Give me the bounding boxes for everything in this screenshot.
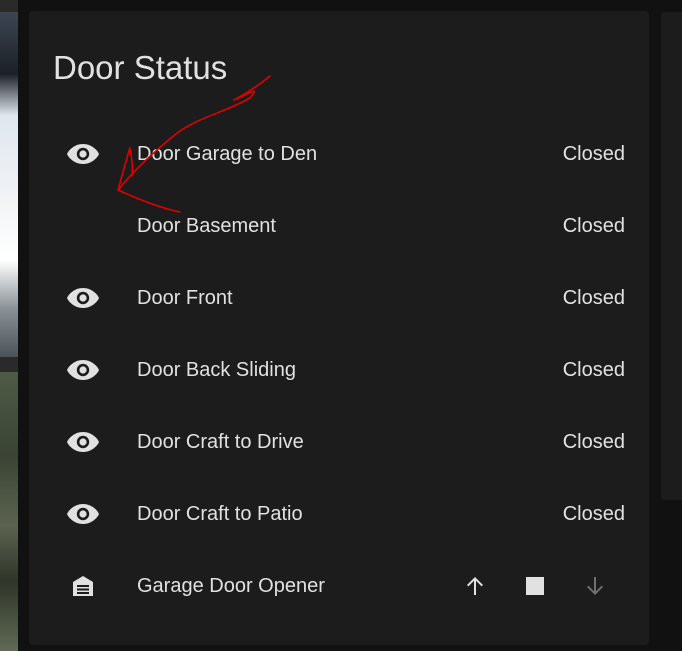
entity-row-door-craft-to-patio[interactable]: Door Craft to Patio Closed bbox=[29, 490, 649, 538]
entity-row-door-craft-to-drive[interactable]: Door Craft to Drive Closed bbox=[29, 418, 649, 466]
entity-name: Garage Door Opener bbox=[137, 575, 325, 597]
background-photo-top bbox=[0, 12, 18, 357]
entity-name: Door Craft to Drive bbox=[137, 431, 304, 453]
entity-name: Door Craft to Patio bbox=[137, 503, 303, 525]
arrow-down-icon bbox=[587, 577, 603, 595]
eye-icon bbox=[63, 138, 103, 170]
background-image-strip bbox=[0, 0, 18, 651]
stop-cover-button[interactable] bbox=[515, 566, 555, 606]
entity-row-door-garage-to-den[interactable]: Door Garage to Den Closed bbox=[29, 130, 649, 178]
open-cover-button[interactable] bbox=[455, 566, 495, 606]
entity-name: Door Garage to Den bbox=[137, 143, 318, 165]
entity-state: Closed bbox=[562, 287, 625, 309]
garage-icon bbox=[63, 570, 103, 602]
background-photo-bottom bbox=[0, 372, 18, 651]
entity-row-garage-door-opener[interactable]: Garage Door Opener bbox=[29, 562, 649, 610]
arrow-up-icon bbox=[467, 577, 483, 595]
entity-name: Door Back Sliding bbox=[137, 359, 296, 381]
entity-state: Closed bbox=[562, 431, 625, 453]
eye-icon bbox=[63, 282, 103, 314]
stop-square-icon bbox=[526, 577, 544, 595]
entity-name: Door Front bbox=[137, 287, 233, 309]
eye-icon bbox=[63, 498, 103, 530]
eye-icon bbox=[63, 426, 103, 458]
door-status-card: Door Status Door Garage to Den Closed Do… bbox=[29, 11, 649, 645]
close-cover-button[interactable] bbox=[575, 566, 615, 606]
entity-state: Closed bbox=[562, 503, 625, 525]
entity-row-door-back-sliding[interactable]: Door Back Sliding Closed bbox=[29, 346, 649, 394]
entity-row-door-basement[interactable]: Door Basement Closed bbox=[29, 202, 649, 250]
entity-state: Closed bbox=[562, 359, 625, 381]
entity-name: Door Basement bbox=[137, 215, 276, 237]
eye-icon bbox=[63, 354, 103, 386]
entity-state: Closed bbox=[562, 143, 625, 165]
entity-row-door-front[interactable]: Door Front Closed bbox=[29, 274, 649, 322]
entity-state: Closed bbox=[562, 215, 625, 237]
adjacent-card bbox=[661, 12, 682, 500]
card-title: Door Status bbox=[53, 49, 228, 86]
